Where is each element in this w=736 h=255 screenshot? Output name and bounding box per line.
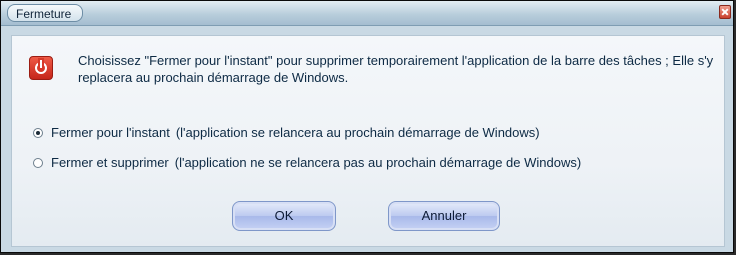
dialog-window: Fermeture Choisissez "Fermer pour l'inst…	[0, 0, 734, 253]
option-label: Fermer pour l'instant	[51, 125, 170, 140]
message-text: Choisissez "Fermer pour l'instant" pour …	[78, 53, 714, 85]
ok-button[interactable]: OK	[232, 201, 336, 231]
cancel-button[interactable]: Annuler	[388, 201, 500, 231]
window-title: Fermeture	[7, 4, 83, 22]
title-bar[interactable]: Fermeture	[1, 1, 733, 26]
option-label: Fermer et supprimer	[51, 155, 169, 170]
dialog-content: Choisissez "Fermer pour l'instant" pour …	[11, 35, 725, 247]
option-description: (l'application ne se relancera pas au pr…	[174, 155, 582, 170]
radio-close-temporarily[interactable]	[33, 128, 43, 138]
close-icon[interactable]	[719, 5, 731, 19]
radio-close-and-remove[interactable]	[33, 158, 43, 168]
option-close-temporarily[interactable]: Fermer pour l'instant (l'application se r…	[33, 124, 540, 142]
option-description: (l'application se relancera au prochain …	[175, 125, 540, 140]
power-icon	[29, 56, 53, 80]
option-close-and-remove[interactable]: Fermer et supprimer (l'application ne se …	[33, 154, 581, 172]
